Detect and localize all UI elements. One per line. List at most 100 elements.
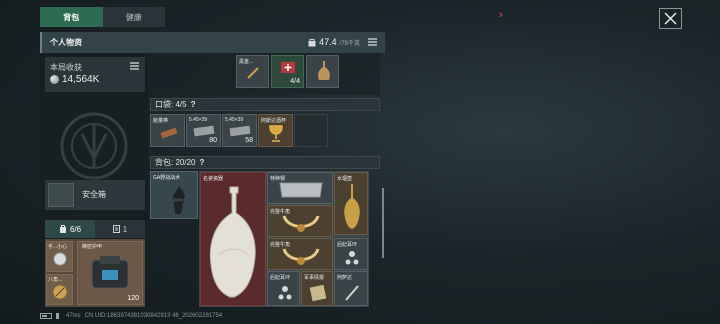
bag-item[interactable]: 完整牛角 [267, 205, 333, 237]
bag-item[interactable]: 阿萨达 [334, 271, 368, 306]
backpack-icon [59, 225, 66, 233]
equip-slot-label: 八角... [48, 277, 63, 283]
equip-slot[interactable]: 八角... [46, 274, 73, 305]
ammo-box-icon [229, 125, 251, 137]
item-tile[interactable] [306, 55, 339, 88]
vase-icon [318, 61, 330, 80]
empty-slot[interactable] [294, 114, 328, 147]
equipment-count: 6/6 [69, 224, 82, 234]
item-name: 后妃耳环 [270, 275, 291, 281]
bag-help-icon[interactable]: ? [199, 158, 204, 167]
earring-icon [278, 286, 292, 300]
armor-vest-icon [91, 256, 129, 289]
uid-text: CN UID:1863974381030842913 48_2026022817… [84, 313, 223, 319]
knife-icon [247, 67, 259, 79]
bag-section-header: 背包: 20/20 ? [150, 156, 380, 169]
chevron-right-icon[interactable]: › [499, 9, 503, 21]
item-tile[interactable]: 黑金... [236, 55, 269, 88]
tab-health[interactable]: 健康 [102, 7, 165, 27]
porcelain-vase-icon [209, 186, 256, 298]
bag-item[interactable]: 完整牛角 [267, 238, 333, 270]
energy-bar-icon [160, 127, 178, 139]
bag-item[interactable]: 特种钢 [267, 172, 333, 204]
weight-icon [308, 38, 316, 46]
battery-icon [40, 313, 52, 319]
armor-label: 精密护甲 [82, 244, 103, 250]
close-button[interactable] [659, 8, 682, 29]
item-count: 80 [209, 137, 217, 144]
item-count: 58 [245, 137, 253, 144]
weight-value: 47.4 [319, 37, 337, 47]
top-tab-bar: 背包 健康 [40, 7, 165, 27]
armor-slot[interactable]: 精密护甲 120 [77, 241, 143, 305]
item-name: 名瓷瓷器 [203, 176, 224, 182]
income-value-row: 14,564K [50, 74, 99, 85]
ping-value: 47ms [66, 313, 81, 319]
bag-item[interactable]: 名瓷瓷器 [200, 172, 266, 306]
item-name: 黑金... [239, 59, 254, 65]
page-title: 个人物资 [50, 38, 82, 47]
equip-slot-label: 手...小心 [48, 244, 68, 250]
income-label: 本局收获 [50, 63, 82, 72]
bag-title: 背包: 20/20 [155, 158, 196, 167]
tab-equipment[interactable]: 6/6 [45, 220, 95, 238]
safe-box-icon [48, 183, 74, 207]
medkit-icon [281, 62, 295, 73]
horn-icon [282, 248, 320, 265]
bag-item[interactable]: 军事情报 [301, 271, 333, 306]
compass-icon [52, 284, 68, 300]
item-name: 水烟壶 [337, 176, 353, 182]
equip-slot[interactable]: 手...小心 [46, 241, 73, 272]
horn-icon [282, 215, 320, 232]
weight-capacity: /78千克 [339, 40, 360, 47]
ammo-box-icon [193, 125, 215, 137]
goblet-icon [269, 125, 283, 142]
equipment-tabs: 6/6 1 [45, 220, 145, 238]
status-footer: 47ms CN UID:1863974381030842913 48_20260… [40, 313, 222, 319]
other-count: 1 [122, 224, 128, 234]
pocket-item[interactable]: 5.45×39 80 [186, 114, 221, 147]
item-tile[interactable]: 4/4 [271, 55, 304, 88]
bag-item[interactable]: 水烟壶 [334, 172, 368, 235]
intel-document-icon [309, 284, 327, 302]
item-name: GA野战战术 [153, 175, 181, 181]
steel-plate-icon [279, 182, 323, 198]
earring-icon [345, 251, 359, 265]
bag-item[interactable]: 后妃耳环 [334, 238, 368, 270]
item-name: 5.45×39 [189, 117, 208, 123]
signal-icon [56, 313, 62, 319]
hookah-icon [344, 184, 360, 229]
close-icon [664, 12, 677, 25]
item-name: 后妃耳环 [337, 242, 358, 248]
gem-icon [53, 252, 67, 266]
scrollbar[interactable] [382, 188, 384, 258]
pocket-item[interactable]: 阿斯达酒杯 [258, 114, 293, 147]
pocket-section-header: 口袋: 4/5 ? [150, 98, 380, 111]
gun-item[interactable]: GA野战战术 [150, 171, 198, 219]
menu-icon[interactable] [368, 38, 377, 48]
pocket-title: 口袋: 4/5 [155, 100, 187, 109]
bag-item[interactable]: 后妃耳环 [267, 271, 300, 306]
income-menu-icon[interactable] [130, 62, 139, 72]
emblem-watermark-icon [60, 112, 128, 180]
income-value: 14,564K [62, 74, 100, 85]
item-name: 军事情报 [304, 275, 325, 281]
tab-backpack[interactable]: 背包 [40, 7, 103, 27]
item-name: 阿萨达 [337, 275, 353, 281]
rifle-icon [173, 186, 185, 214]
item-name: 能量棒 [153, 118, 169, 124]
document-icon [112, 225, 120, 233]
equipment-grid: 手...小心 八角... 精密护甲 120 [45, 239, 145, 307]
inventory-header: 个人物资 47.4/78千克 [40, 32, 385, 53]
tab-other[interactable]: 1 [95, 220, 145, 238]
pen-icon [345, 285, 359, 301]
safe-box-label: 安全箱 [82, 190, 106, 199]
coin-icon [50, 75, 59, 84]
pocket-help-icon[interactable]: ? [191, 100, 196, 109]
pocket-item[interactable]: 能量棒 [150, 114, 185, 147]
weight-indicator: 47.4/78千克 [308, 37, 360, 47]
armor-durability: 120 [127, 295, 139, 302]
item-name: 5.45×39 [225, 117, 244, 123]
pocket-item[interactable]: 5.45×39 58 [222, 114, 257, 147]
item-count: 4/4 [290, 78, 300, 85]
